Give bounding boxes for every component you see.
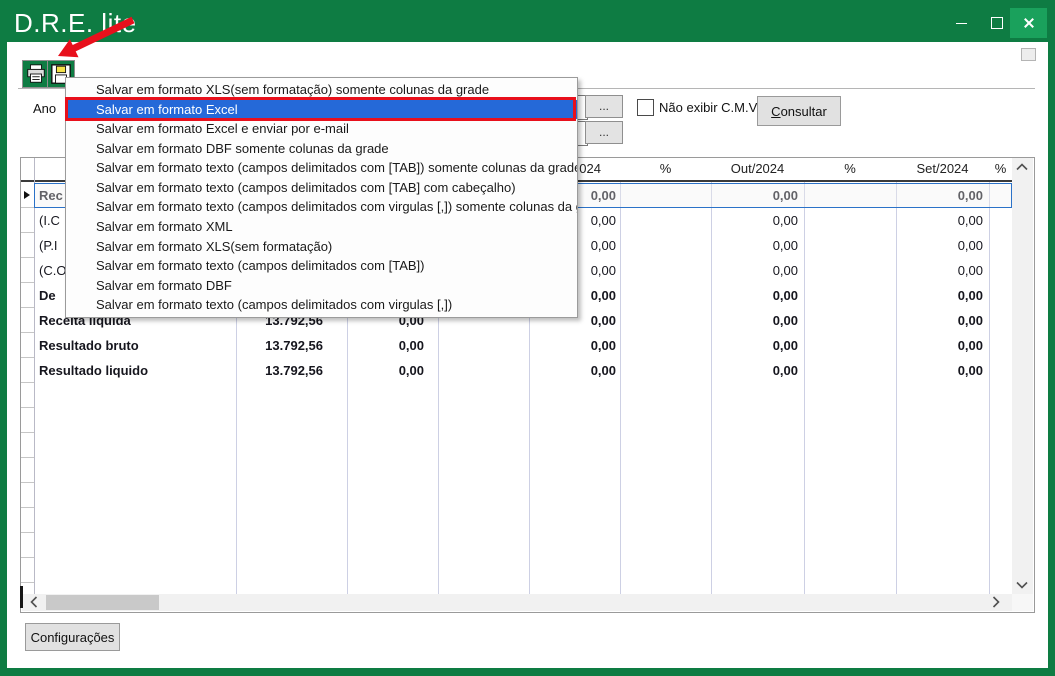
grid-cell[interactable]: 0,00 [711, 183, 804, 208]
corner-grip [1021, 48, 1036, 61]
row-indicator-cell [21, 208, 34, 233]
current-row-arrow-icon [24, 191, 30, 199]
column-header[interactable]: % [620, 158, 711, 180]
column-line [620, 182, 621, 594]
consultar-accelerator: C [771, 104, 780, 119]
row-indicator-cell [21, 383, 34, 408]
horizontal-scrollbar[interactable] [22, 594, 1012, 611]
grid-cell[interactable]: 0,00 [711, 233, 804, 258]
minimize-icon [956, 23, 967, 24]
scroll-down-icon[interactable] [1016, 581, 1028, 589]
row-indicator-cell [21, 333, 34, 358]
configuracoes-button[interactable]: Configurações [25, 623, 120, 651]
row-indicator-cell [21, 283, 34, 308]
minimize-button[interactable] [945, 8, 977, 38]
grid-cell[interactable]: 0,00 [347, 358, 438, 383]
cmv-checkbox[interactable] [637, 99, 654, 116]
grid-cell[interactable]: 0,00 [896, 358, 989, 383]
grid-cell[interactable]: 0,00 [896, 183, 989, 208]
grid-cell[interactable]: 0,00 [896, 208, 989, 233]
grid-cell[interactable]: 0,00 [711, 333, 804, 358]
grid-cell[interactable]: 0,00 [529, 333, 620, 358]
row-indicator-cell [21, 408, 34, 433]
row-indicator-cell [21, 558, 34, 583]
column-line [804, 182, 805, 594]
ano-label: Ano [33, 101, 56, 116]
scroll-right-icon[interactable] [990, 598, 1002, 606]
grid-row-label[interactable]: Resultado bruto [34, 333, 236, 358]
field1-ellipsis-button[interactable]: ... [585, 95, 623, 118]
grid-cell[interactable]: 0,00 [711, 358, 804, 383]
grid-cell[interactable]: 0,00 [711, 283, 804, 308]
row-indicator-cell [21, 433, 34, 458]
print-button[interactable] [22, 60, 50, 88]
menu-item[interactable]: Salvar em formato Excel e enviar por e-m… [66, 119, 577, 139]
column-line [989, 182, 990, 594]
grid-cell[interactable]: 0,00 [896, 333, 989, 358]
menu-item[interactable]: Salvar em formato texto (campos delimita… [66, 256, 577, 276]
menu-item[interactable]: Salvar em formato XLS(sem formatação) so… [66, 80, 577, 100]
scrollbar-corner [1012, 594, 1033, 611]
grid-cell[interactable]: 0,00 [896, 308, 989, 333]
row-indicator-cell [21, 233, 34, 258]
row-indicator-cell [21, 258, 34, 283]
grid-cell[interactable]: 0,00 [896, 233, 989, 258]
menu-item[interactable]: Salvar em formato texto (campos delimita… [66, 158, 577, 178]
grid-cell[interactable]: 0,00 [529, 358, 620, 383]
field2-ellipsis-button[interactable]: ... [585, 121, 623, 144]
close-icon [1023, 17, 1035, 29]
menu-item[interactable]: Salvar em formato Excel [66, 100, 577, 120]
row-indicator-cell [21, 458, 34, 483]
scroll-left-icon[interactable] [28, 598, 40, 606]
cmv-checkbox-label: Não exibir C.M.V. [659, 100, 760, 115]
window-title: D.R.E. lite [14, 8, 137, 39]
grid-edge-mark [20, 586, 23, 608]
row-indicator-cell [21, 533, 34, 558]
printer-icon [25, 63, 47, 85]
menu-item[interactable]: Salvar em formato texto (campos delimita… [66, 295, 577, 315]
menu-item[interactable]: Salvar em formato texto (campos delimita… [66, 197, 577, 217]
row-indicator-cell [21, 483, 34, 508]
grid-cell[interactable]: 0,00 [711, 258, 804, 283]
grid-cell[interactable]: 0,00 [896, 258, 989, 283]
scroll-up-icon[interactable] [1016, 163, 1028, 171]
maximize-icon [991, 17, 1003, 29]
menu-item[interactable]: Salvar em formato DBF somente colunas da… [66, 139, 577, 159]
grid-cell[interactable]: 13.792,56 [236, 358, 347, 383]
row-indicator-cell [21, 308, 34, 333]
menu-item[interactable]: Salvar em formato XML [66, 217, 577, 237]
save-menu: Salvar em formato XLS(sem formatação) so… [65, 77, 578, 318]
row-indicator-cell [21, 358, 34, 383]
grid-cell[interactable]: 13.792,56 [236, 333, 347, 358]
grid-cell[interactable]: 0,00 [711, 308, 804, 333]
column-header[interactable]: Set/2024 [896, 158, 989, 180]
grid-cell[interactable]: 0,00 [347, 333, 438, 358]
column-header[interactable]: % [804, 158, 896, 180]
column-header[interactable]: Out/2024 [711, 158, 804, 180]
grid-cell[interactable]: 0,00 [711, 208, 804, 233]
close-button[interactable] [1010, 8, 1047, 38]
grid-cell[interactable]: 0,00 [896, 283, 989, 308]
grid-row-label[interactable]: Resultado liquido [34, 358, 236, 383]
menu-item[interactable]: Salvar em formato DBF [66, 276, 577, 296]
row-indicator-cell [21, 508, 34, 533]
consultar-label: onsultar [781, 104, 827, 119]
menu-item[interactable]: Salvar em formato XLS(sem formatação) [66, 237, 577, 257]
app-window: D.R.E. lite Ano ... ... Não exibir C.M.V… [0, 0, 1055, 676]
menu-item[interactable]: Salvar em formato texto (campos delimita… [66, 178, 577, 198]
maximize-button[interactable] [981, 8, 1013, 38]
hscroll-thumb[interactable] [46, 595, 159, 610]
consultar-button[interactable]: Consultar [757, 96, 841, 126]
vertical-scrollbar[interactable] [1012, 158, 1033, 594]
column-header[interactable]: % [989, 158, 1012, 180]
